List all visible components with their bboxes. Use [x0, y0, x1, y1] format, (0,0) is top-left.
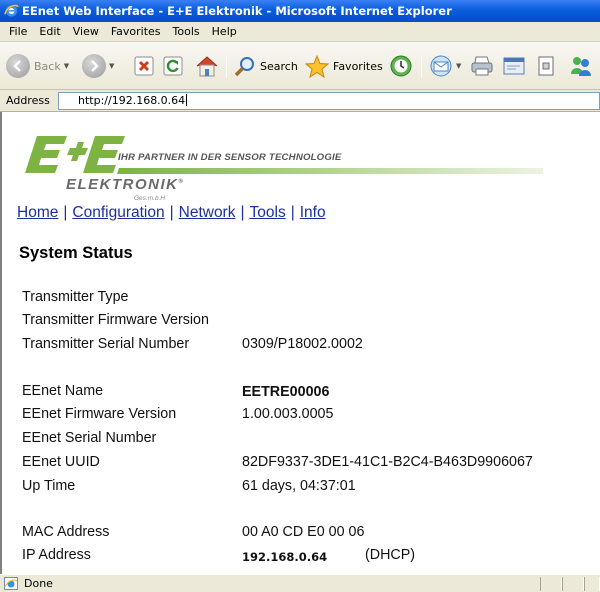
stop-icon: [134, 56, 154, 76]
home-icon: [196, 56, 218, 77]
nav-network-link[interactable]: Network: [179, 204, 236, 221]
back-button[interactable]: Back ▼: [6, 54, 69, 78]
page-content: IHR PARTNER IN DER SENSOR TECHNOLOGIE EL…: [0, 112, 600, 574]
menu-edit[interactable]: Edit: [33, 22, 66, 42]
favorites-button[interactable]: Favorites: [305, 54, 383, 78]
logo-legal-form: Ges.m.b.H: [134, 195, 166, 202]
mail-dropdown-icon: ▼: [456, 62, 462, 70]
eenet-firmware-label: EEnet Firmware Version: [22, 406, 177, 422]
menu-tools[interactable]: Tools: [167, 22, 206, 42]
transmitter-serial-value: 0309/P18002.0002: [242, 336, 363, 352]
nav-configuration-link[interactable]: Configuration: [72, 204, 164, 221]
address-url: http://192.168.0.64: [78, 94, 186, 107]
forward-button[interactable]: ▼: [82, 54, 114, 78]
ip-address-label: IP Address: [22, 547, 91, 563]
menu-view[interactable]: View: [67, 22, 105, 42]
nav-info-link[interactable]: Info: [300, 204, 326, 221]
history-icon: [390, 55, 412, 77]
back-label: Back: [34, 59, 61, 73]
logo-company-name: ELEKTRONIK®: [66, 176, 183, 193]
toolbar-separator: [421, 56, 422, 78]
edit-button[interactable]: [502, 54, 526, 78]
eenet-firmware-value: 1.00.003.0005: [242, 406, 334, 422]
internet-explorer-icon: [4, 4, 19, 17]
eenet-name-label: EEnet Name: [22, 383, 104, 399]
page-done-icon: [4, 577, 18, 590]
nav-tools-link[interactable]: Tools: [250, 204, 286, 221]
nav-separator: |: [169, 204, 174, 221]
messenger-button[interactable]: [568, 54, 594, 78]
standard-toolbar: Back ▼ ▼ Search Favorites ▼: [0, 42, 600, 90]
mac-address-value: 00 A0 CD E0 00 06: [242, 524, 365, 540]
discuss-button[interactable]: [536, 54, 556, 78]
mac-address-label: MAC Address: [22, 524, 110, 540]
home-button[interactable]: [195, 54, 219, 78]
status-bar: Done: [0, 574, 600, 592]
mail-button[interactable]: ▼: [429, 54, 461, 78]
nav-separator: |: [290, 204, 295, 221]
toolbar-separator: [226, 56, 227, 78]
window-title: EEnet Web Interface - E+E Elektronik - M…: [22, 4, 452, 18]
forward-arrow-icon: [82, 54, 106, 78]
ip-address-value: 192.168.0.64: [242, 550, 328, 564]
menu-file[interactable]: File: [0, 22, 33, 42]
favorites-star-icon: [305, 54, 329, 78]
back-arrow-icon: [6, 54, 30, 78]
address-input[interactable]: http://192.168.0.64: [58, 92, 600, 110]
status-text: Done: [24, 577, 53, 590]
transmitter-serial-label: Transmitter Serial Number: [22, 336, 190, 352]
menu-help[interactable]: Help: [206, 22, 243, 42]
eenet-serial-label: EEnet Serial Number: [22, 430, 157, 446]
uptime-value: 61 days, 04:37:01: [242, 478, 356, 494]
eenet-uuid-label: EEnet UUID: [22, 454, 100, 470]
uptime-label: Up Time: [22, 478, 76, 494]
discuss-icon: [538, 56, 554, 76]
forward-dropdown-icon: ▼: [109, 62, 115, 70]
address-label: Address: [6, 94, 50, 107]
logo-slogan: IHR PARTNER IN DER SENSOR TECHNOLOGIE: [118, 152, 342, 163]
edit-icon: [503, 57, 525, 75]
nav-separator: |: [63, 204, 68, 221]
search-label: Search: [260, 59, 298, 73]
nav-home-link[interactable]: Home: [17, 204, 58, 221]
back-dropdown-icon: ▼: [63, 62, 70, 70]
status-pane: [562, 577, 584, 591]
menu-bar: File Edit View Favorites Tools Help: [0, 22, 600, 42]
search-icon: [234, 57, 254, 77]
status-pane: [584, 577, 600, 591]
messenger-icon: [571, 57, 591, 76]
nav-separator: |: [240, 204, 245, 221]
mail-icon: [430, 55, 452, 77]
menu-favorites[interactable]: Favorites: [105, 22, 167, 42]
favorites-label: Favorites: [333, 59, 383, 73]
print-button[interactable]: [470, 54, 494, 78]
transmitter-type-label: Transmitter Type: [22, 289, 129, 305]
eenet-uuid-value: 82DF9337-3DE1-41C1-B2C4-B463D9906067: [242, 454, 533, 470]
ip-mode-value: (DHCP): [365, 547, 416, 563]
text-caret: [186, 94, 188, 106]
transmitter-firmware-label: Transmitter Firmware Version: [22, 312, 209, 328]
refresh-button[interactable]: [163, 54, 183, 78]
refresh-icon: [163, 56, 183, 76]
status-pane: [540, 577, 562, 591]
history-button[interactable]: [389, 54, 413, 78]
registered-mark-icon: ®: [178, 179, 183, 185]
page-title: System Status: [19, 244, 133, 262]
eenet-name-value: EETRE00006: [242, 384, 330, 400]
window-titlebar: EEnet Web Interface - E+E Elektronik - M…: [0, 0, 600, 22]
stop-button[interactable]: [134, 54, 154, 78]
main-navigation: Home | Configuration | Network | Tools | Info: [17, 204, 326, 222]
search-button[interactable]: Search: [234, 54, 298, 78]
address-bar: Address http://192.168.0.64: [0, 90, 600, 112]
print-icon: [471, 56, 493, 76]
